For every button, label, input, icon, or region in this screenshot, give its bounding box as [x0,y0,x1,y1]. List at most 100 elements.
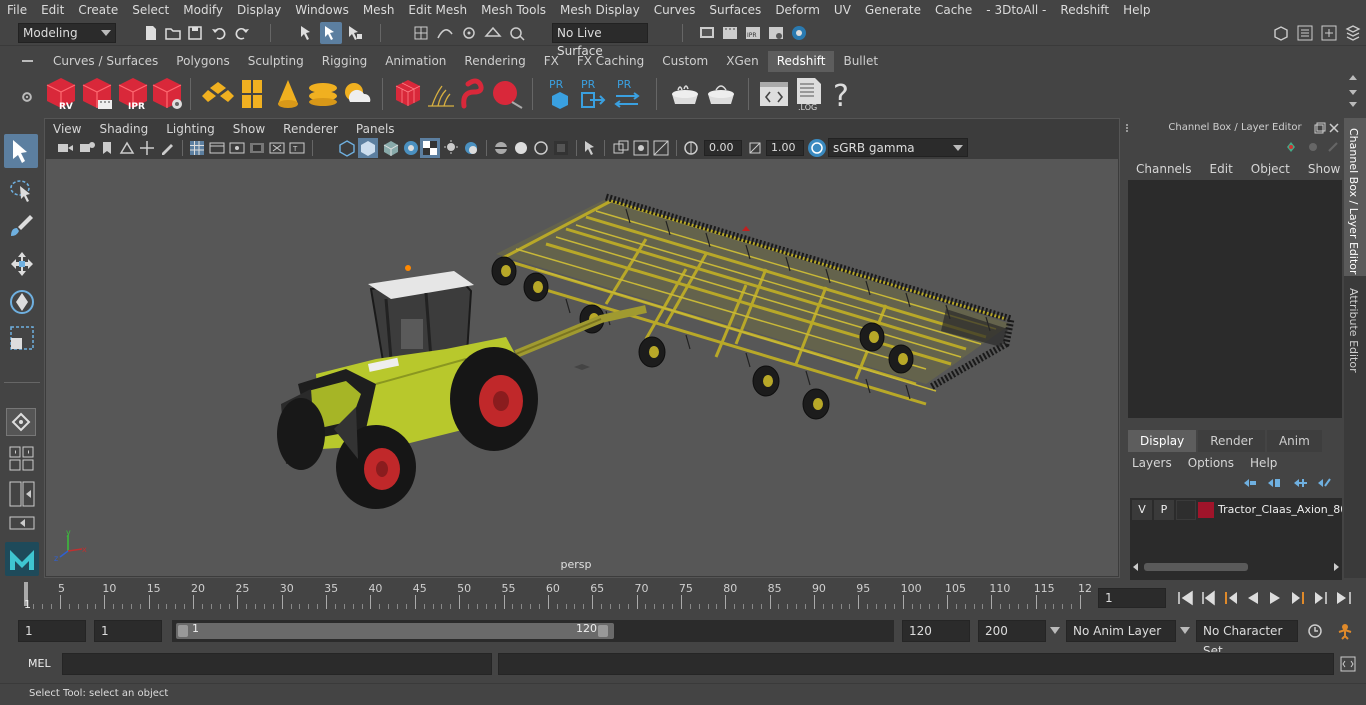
viewport-menu-lighting[interactable]: Lighting [157,120,224,138]
two-d-pan-icon[interactable] [138,139,156,157]
menu-surfaces[interactable]: Surfaces [702,0,768,20]
shelf-tab-curves-surfaces[interactable]: Curves / Surfaces [44,51,167,72]
select-object-mode-button[interactable] [320,22,342,44]
ipr-render-icon[interactable]: IPR [744,24,762,42]
textured-icon[interactable] [402,139,420,157]
redshift-proxy-icon[interactable] [202,80,234,108]
shelf-tab-animation[interactable]: Animation [376,51,455,72]
render-frame-icon[interactable] [721,24,739,42]
layer-menu-options[interactable]: Options [1186,454,1248,472]
new-layer-icon[interactable] [1292,476,1308,490]
hypershade-icon[interactable] [790,24,808,42]
step-forward-key-icon[interactable] [1312,589,1330,607]
menu-redshift[interactable]: Redshift [1053,0,1116,20]
range-handle-start[interactable] [178,625,188,637]
shelf-tab-fx-caching[interactable]: FX Caching [568,51,653,72]
grease-pencil-icon[interactable] [158,139,176,157]
undo-icon[interactable] [210,24,228,42]
command-input[interactable] [62,653,492,675]
auto-key-icon[interactable] [1306,622,1324,640]
menu-edit-mesh[interactable]: Edit Mesh [401,0,474,20]
depth-of-field-icon[interactable] [552,139,570,157]
layer-list-hscroll[interactable] [1130,560,1342,574]
range-slider-handle[interactable] [176,623,614,639]
channel-box-menu-object[interactable]: Object [1245,160,1302,178]
viewport-menu-panels[interactable]: Panels [347,120,404,138]
make-live-icon[interactable] [508,24,526,42]
layer-name[interactable]: Tractor_Claas_Axion_80 [1218,500,1342,520]
help-icon[interactable]: ? [830,76,854,112]
pr-export-icon[interactable]: PR [578,76,606,112]
view-transform-dropdown[interactable]: sGRB gamma [828,138,968,157]
step-forward-frame-icon[interactable] [1289,589,1307,607]
save-scene-icon[interactable] [186,24,204,42]
grid-toggle-icon[interactable] [188,139,206,157]
film-gate-icon[interactable] [208,139,226,157]
tool-settings-toggle-icon[interactable] [1320,24,1338,42]
menu-edit[interactable]: Edit [34,0,71,20]
menu-help[interactable]: Help [1116,0,1157,20]
current-frame-field[interactable]: 1 [1098,588,1166,608]
shelf-tab-redshift[interactable]: Redshift [767,51,835,72]
animation-preferences-icon[interactable] [1334,622,1356,640]
menu-windows[interactable]: Windows [288,0,356,20]
scroll-left-icon[interactable] [1132,563,1140,571]
3d-viewport[interactable]: y x z persp [46,159,1118,576]
modeling-toolkit-icon[interactable] [1272,24,1290,42]
attribute-editor-toggle-icon[interactable] [1296,24,1314,42]
script-editor-icon[interactable] [758,78,790,110]
anim-layer-field[interactable]: No Anim Layer [1066,620,1176,642]
paint-select-tool-icon[interactable] [8,212,36,242]
lasso-tool-icon[interactable] [8,176,36,206]
redshift-mesh-params-icon[interactable] [394,78,422,110]
gamma-icon[interactable] [746,139,764,157]
motion-blur-icon[interactable] [512,139,530,157]
viewport-menu-show[interactable]: Show [224,120,274,138]
select-hierarchy-icon[interactable] [298,24,316,42]
side-tab-attribute-editor[interactable]: Attribute Editor [1347,288,1360,373]
animation-start-field[interactable]: 1 [18,620,86,642]
select-component-icon[interactable] [346,24,364,42]
layer-playback-toggle[interactable]: P [1154,500,1174,520]
shelf-tab-fx[interactable]: FX [535,51,568,72]
redshift-ipr-icon[interactable]: IPR [116,76,150,112]
step-back-frame-icon[interactable] [1222,589,1240,607]
layer-display-type[interactable] [1176,500,1196,520]
menu-select[interactable]: Select [125,0,176,20]
anim-layer-dropdown-icon[interactable] [1050,627,1060,635]
new-layer-selected-icon[interactable] [1316,476,1332,490]
menu-cache[interactable]: Cache [928,0,979,20]
script-editor-button-icon[interactable] [1340,656,1356,672]
channel-box-toggle-icon[interactable] [1344,24,1362,42]
hscroll-thumb[interactable] [1144,563,1248,571]
move-tool-icon[interactable] [8,250,36,278]
shelf-tab-xgen[interactable]: XGen [717,51,768,72]
range-slider[interactable]: 1 120 [172,620,894,642]
scroll-right-icon[interactable] [1332,563,1340,571]
redshift-render-view-icon[interactable]: RV [44,76,78,112]
channel-box-pin-icon[interactable] [1326,140,1340,154]
time-slider[interactable]: 1 5 10 15 20 25 30 35 40 45 50 55 60 65 70 75 80 85 90 95 1… [18,582,1092,612]
layout-outliner-icon[interactable] [8,515,36,531]
layer-tab-anim[interactable]: Anim [1266,430,1322,452]
float-panel-icon[interactable] [1314,122,1326,134]
image-plane-icon[interactable] [118,139,136,157]
scale-tool-icon[interactable] [8,324,36,352]
channel-box-dot-icon[interactable] [1306,140,1320,154]
wireframe-on-shaded-icon[interactable] [382,139,400,157]
menu-uv[interactable]: UV [827,0,858,20]
log-file-icon[interactable]: .LOG [794,76,824,112]
shelf-tab-sculpting[interactable]: Sculpting [239,51,313,72]
bake-set-icon[interactable] [668,80,702,108]
channel-box-list[interactable] [1128,180,1342,418]
layer-visibility-toggle[interactable]: V [1132,500,1152,520]
channel-box-menu-edit[interactable]: Edit [1204,160,1245,178]
select-tool-button[interactable] [4,134,38,168]
range-handle-end[interactable] [598,625,608,637]
menu-mesh-display[interactable]: Mesh Display [553,0,647,20]
redshift-physical-light-icon[interactable] [274,78,302,110]
pr-transfer-icon[interactable]: PR [612,76,642,112]
redo-icon[interactable] [233,24,251,42]
snap-point-icon[interactable] [460,24,478,42]
viewport-menu-view[interactable]: View [44,120,90,138]
